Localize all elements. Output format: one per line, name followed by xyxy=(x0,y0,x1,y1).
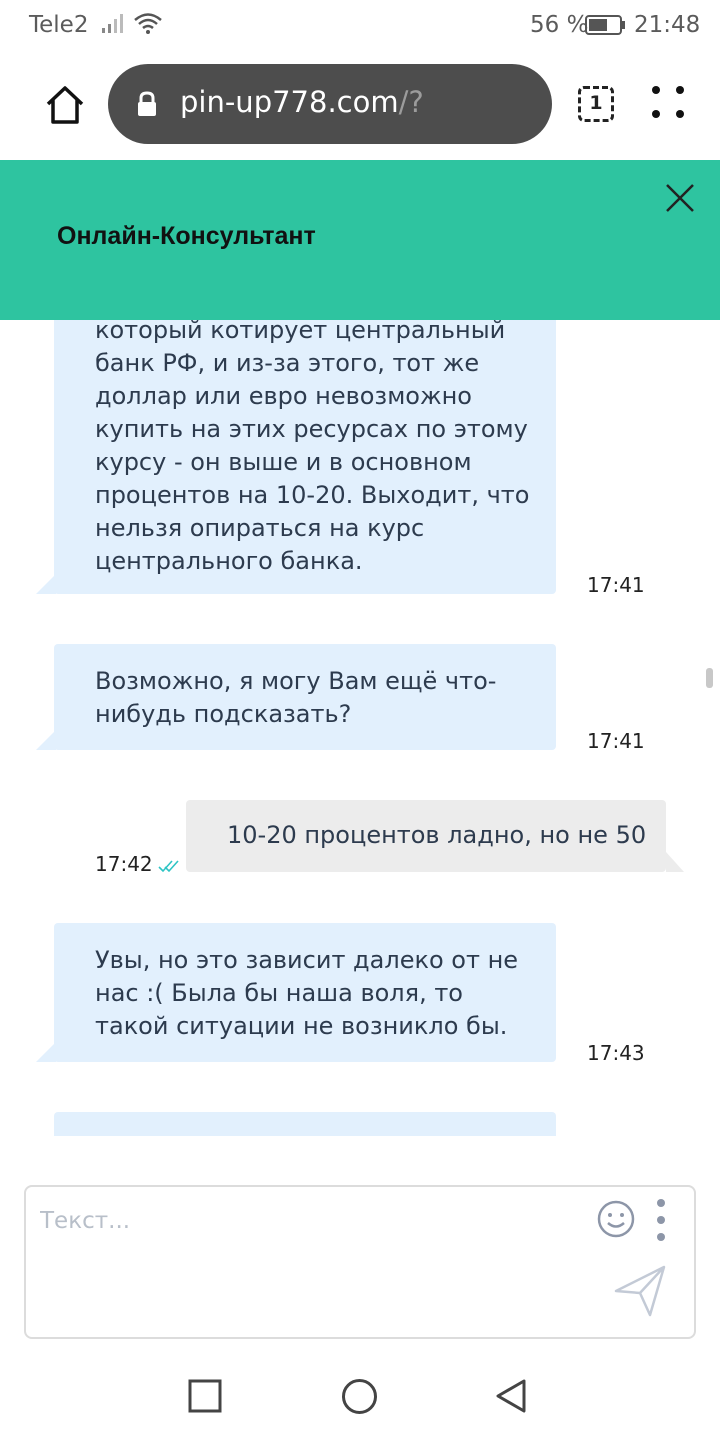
browser-toolbar: pin-up778.com/? 1 xyxy=(0,50,720,160)
message-line: такой ситуации не возникло бы. xyxy=(95,1012,508,1040)
message-composer xyxy=(24,1185,696,1339)
message-line: доллар или евро невозможно xyxy=(95,382,472,410)
carrier-name: Tele2 xyxy=(29,12,89,38)
message-line: нибудь подсказать? xyxy=(95,700,352,728)
message-time: 17:43 xyxy=(587,1041,645,1065)
battery-percent: 56 % xyxy=(530,12,589,38)
home-icon xyxy=(46,86,84,124)
message-bubble: Возможно, я могу Вам ещё что- нибудь под… xyxy=(54,644,556,750)
bubble-tail xyxy=(666,852,684,872)
more-menu-button[interactable] xyxy=(650,84,686,120)
nav-back-button[interactable] xyxy=(494,1378,530,1414)
url-bar[interactable]: pin-up778.com/? xyxy=(108,64,552,144)
url-text: pin-up778.com/? xyxy=(180,85,424,119)
status-bar: Tele2 56 % 21:48 xyxy=(0,0,720,50)
message-line: центрального банка. xyxy=(95,547,363,575)
bubble-tail xyxy=(36,730,56,750)
send-icon xyxy=(614,1265,666,1317)
message-text: 10-20 процентов ладно, но не 50 xyxy=(227,819,646,852)
message-bubble-partial xyxy=(54,1112,556,1136)
home-button[interactable] xyxy=(40,80,90,130)
square-icon xyxy=(188,1379,222,1413)
message-bubble: 10-20 процентов ладно, но не 50 xyxy=(186,800,666,872)
url-path: /? xyxy=(398,85,424,119)
battery-icon xyxy=(585,14,627,42)
close-icon xyxy=(666,184,694,212)
message-bubble: Увы, но это зависит далеко от не нас :( … xyxy=(54,923,556,1062)
message-line: процентов на 10-20. Выходит, что xyxy=(95,481,530,509)
message-bubble: который котирует центральный банк РФ, и … xyxy=(54,320,556,594)
nav-home-button[interactable] xyxy=(341,1378,378,1415)
recent-apps-button[interactable] xyxy=(188,1379,222,1413)
message-time: 17:41 xyxy=(587,573,645,597)
message-line: нельзя опираться на курс xyxy=(95,514,425,542)
message-line: банк РФ, и из-за этого, тот же xyxy=(95,349,480,377)
vertical-dots-icon xyxy=(657,1199,665,1241)
message-line: нас :( Была бы наша воля, то xyxy=(95,979,463,1007)
smiley-icon xyxy=(597,1200,635,1238)
chat-header: Онлайн-Консультант xyxy=(0,160,720,320)
circle-icon xyxy=(342,1379,377,1414)
message-time: 17:41 xyxy=(587,729,645,753)
double-check-icon xyxy=(158,858,180,877)
composer-more-button[interactable] xyxy=(654,1197,668,1243)
message-line: курсу - он выше и в основном xyxy=(95,448,472,476)
bubble-tail xyxy=(36,1042,56,1062)
message-line: 10-20 процентов ладно, но не 50 xyxy=(227,821,647,849)
android-nav-bar xyxy=(0,1350,720,1440)
screen: Tele2 56 % 21:48 pin-up778.com/? 1 Онлай… xyxy=(0,0,720,1440)
send-button[interactable] xyxy=(612,1263,668,1319)
bubble-tail xyxy=(36,574,56,594)
signal-icon xyxy=(101,12,127,40)
back-triangle-icon xyxy=(496,1379,526,1413)
message-line: Возможно, я могу Вам ещё что- xyxy=(95,667,497,695)
clock: 21:48 xyxy=(634,12,701,38)
four-dots-icon xyxy=(652,86,684,118)
chat-title: Онлайн-Консультант xyxy=(57,222,316,250)
message-input[interactable] xyxy=(40,1201,580,1241)
message-list[interactable]: который котирует центральный банк РФ, и … xyxy=(0,320,720,1136)
message-line: купить на этих ресурсах по этому xyxy=(95,415,528,443)
message-line: Увы, но это зависит далеко от не xyxy=(95,946,519,974)
scrollbar-thumb[interactable] xyxy=(706,668,713,688)
wifi-icon xyxy=(133,12,163,42)
message-text: Возможно, я могу Вам ещё что- нибудь под… xyxy=(95,665,496,731)
url-domain: pin-up778.com xyxy=(180,85,399,119)
message-line: который котирует центральный xyxy=(95,320,506,344)
message-time: 17:42 xyxy=(95,852,153,876)
lock-icon xyxy=(136,91,158,121)
close-chat-button[interactable] xyxy=(662,180,698,216)
emoji-button[interactable] xyxy=(596,1199,636,1239)
message-text: который котирует центральный банк РФ, и … xyxy=(95,320,529,578)
message-text: Увы, но это зависит далеко от не нас :( … xyxy=(95,944,518,1043)
tab-switcher-button[interactable]: 1 xyxy=(578,86,614,122)
